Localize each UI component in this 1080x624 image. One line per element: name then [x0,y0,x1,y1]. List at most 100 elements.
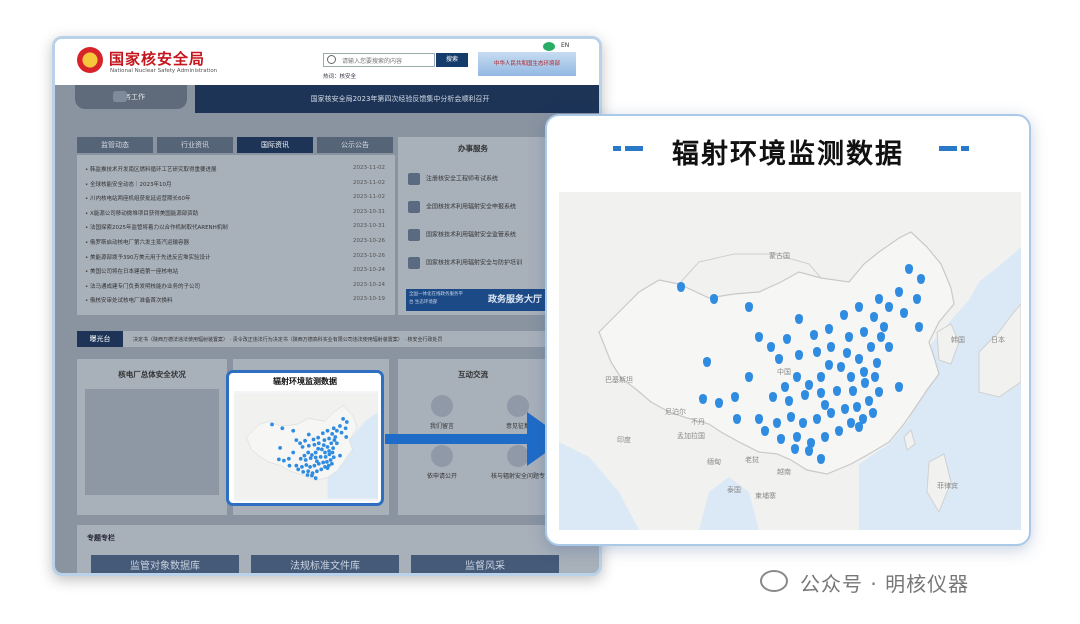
station-marker[interactable] [799,418,807,428]
service-item[interactable]: 国家核技术利用辐射安全与防护培训 [408,257,522,269]
search-input[interactable]: 请输入您要搜索的内容 [323,53,435,67]
station-marker[interactable] [781,382,789,392]
station-marker[interactable] [827,342,835,352]
tab-industry[interactable]: 行业资讯 [157,137,233,153]
station-marker[interactable] [777,434,785,444]
station-marker[interactable] [875,294,883,304]
station-marker[interactable] [865,396,873,406]
station-marker[interactable] [875,387,883,397]
station-marker[interactable] [817,454,825,464]
station-marker[interactable] [745,372,753,382]
hot-word-link[interactable]: 核安全 [340,74,357,80]
station-marker[interactable] [773,418,781,428]
news-item[interactable]: • 法马通成建专门负责发明核能办业务的子公司 2023-10-24 [85,282,385,290]
station-marker[interactable] [761,426,769,436]
station-marker[interactable] [900,308,908,318]
station-marker[interactable] [827,408,835,418]
station-marker[interactable] [877,332,885,342]
station-marker[interactable] [699,394,707,404]
station-marker[interactable] [847,418,855,428]
headline-banner[interactable]: 国家核安全局2023年第四次经验反馈集中分析会顺利召开 [195,85,599,113]
news-item[interactable]: • 全球核能安全动态｜2023年10月 2023-11-02 [85,180,385,188]
news-item[interactable]: • 美能源部拨予390万美元用于先进反应堆实验设计 2023-10-26 [85,253,385,261]
site-title[interactable]: 国家核安全局 [109,48,205,69]
service-item[interactable]: 注册核安全工程师考试系统 [408,173,498,185]
station-marker[interactable] [855,354,863,364]
service-item[interactable]: 国家核技术利用辐射安全监管系统 [408,229,516,241]
station-marker[interactable] [837,362,845,372]
station-marker[interactable] [755,332,763,342]
station-marker[interactable] [733,414,741,424]
station-marker[interactable] [869,408,877,418]
station-marker[interactable] [825,324,833,334]
safety-map-thumbnail[interactable] [85,389,219,495]
station-marker[interactable] [783,334,791,344]
station-marker[interactable] [810,330,818,340]
station-marker[interactable] [793,432,801,442]
station-marker[interactable] [787,412,795,422]
station-marker[interactable] [710,294,718,304]
station-marker[interactable] [821,432,829,442]
language-link[interactable]: EN [561,42,569,49]
station-marker[interactable] [855,302,863,312]
station-marker[interactable] [895,382,903,392]
station-marker[interactable] [880,322,888,332]
service-hall-button[interactable]: 全国一体化在线政务服务平台 生态环境部 政务服务大厅 [406,289,546,311]
station-marker[interactable] [870,312,878,322]
station-marker[interactable] [813,347,821,357]
station-marker[interactable] [915,322,923,332]
station-marker[interactable] [769,392,777,402]
search-button[interactable]: 搜索 [436,53,468,67]
station-marker[interactable] [840,310,848,320]
station-marker[interactable] [677,282,685,292]
news-item[interactable]: • 美国公司将在日本建造第一座核电站 2023-10-24 [85,267,385,275]
station-marker[interactable] [825,360,833,370]
station-marker[interactable] [860,367,868,377]
topic-card[interactable]: 监管对象数据库 [91,555,239,573]
station-marker[interactable] [855,422,863,432]
station-marker[interactable] [801,390,809,400]
station-marker[interactable] [731,392,739,402]
station-marker[interactable] [817,372,825,382]
topic-card[interactable]: 监督风采 [411,555,559,573]
gov-badge-link[interactable]: 中华人民共和国生态环境部 [478,52,576,76]
monitoring-map[interactable]: 中国 蒙古国 日本 韩国 巴基斯坦 印度 孟加拉国 缅甸 泰国 越南 老挝 柬埔寨 菲律宾 尼泊尔 不丹 [559,192,1021,530]
topic-card[interactable]: 法规标准文件库 [251,555,399,573]
news-item[interactable]: • X能源公司移动微堆项目获得美国能源部资助 2023-10-31 [85,209,385,217]
station-marker[interactable] [817,388,825,398]
tab-announcements[interactable]: 公示公告 [317,137,393,153]
news-item[interactable]: • 川内核电站两座机组获批延运营期长60年 2023-11-02 [85,194,385,202]
station-marker[interactable] [785,396,793,406]
station-marker[interactable] [703,357,711,367]
station-marker[interactable] [849,386,857,396]
station-marker[interactable] [805,446,813,456]
nav-work-button[interactable]: 业务工作 [75,85,187,109]
news-item[interactable]: • 俄罗斯启动核电厂第六发主蒸汽运输容器 2023-10-26 [85,238,385,246]
tab-regulatory[interactable]: 监管动态 [77,137,153,153]
monitoring-card-highlight[interactable]: 辐射环境监测数据 [226,370,384,506]
exposure-ticker[interactable]: 决定书（陕西万德法违法使用辐射装置案） · 责令改正违法行为决定书（陕西万德高科… [133,336,443,343]
station-marker[interactable] [847,372,855,382]
station-marker[interactable] [775,354,783,364]
station-marker[interactable] [805,380,813,390]
station-marker[interactable] [793,372,801,382]
station-marker[interactable] [873,358,881,368]
station-marker[interactable] [715,398,723,408]
station-marker[interactable] [833,386,841,396]
service-item[interactable]: 全国核技术利用辐射安全申报系统 [408,201,516,213]
station-marker[interactable] [767,342,775,352]
station-marker[interactable] [755,414,763,424]
tab-international[interactable]: 国际资讯 [237,137,313,153]
station-marker[interactable] [835,426,843,436]
station-marker[interactable] [895,287,903,297]
news-item[interactable]: • 俄核安审处试核电厂准备首次换料 2023-10-19 [85,296,385,304]
news-item[interactable]: • 法国探索2025年监管将着力以合作机制取代ARENH机制 2023-10-31 [85,223,385,231]
station-marker[interactable] [913,294,921,304]
station-marker[interactable] [841,404,849,414]
station-marker[interactable] [867,342,875,352]
station-marker[interactable] [813,414,821,424]
station-marker[interactable] [885,342,893,352]
station-marker[interactable] [860,327,868,337]
station-marker[interactable] [871,372,879,382]
station-marker[interactable] [853,402,861,412]
